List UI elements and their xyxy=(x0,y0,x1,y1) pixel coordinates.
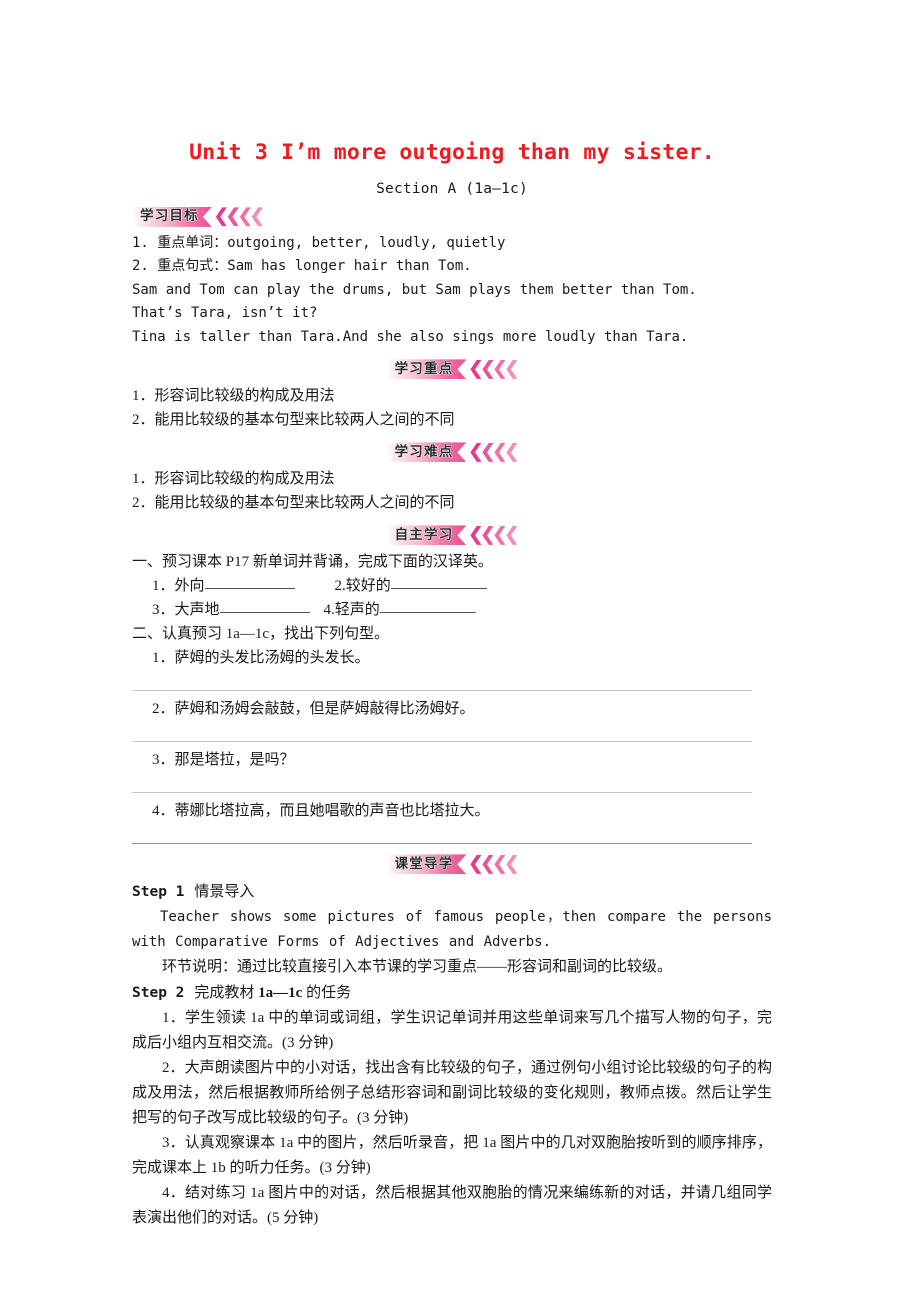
chevron-left-icon xyxy=(470,854,482,874)
banner-label: 课堂导学 xyxy=(394,855,454,872)
banner-plate: 学习重点 xyxy=(387,359,467,379)
step-2-label: Step 2 xyxy=(132,985,185,1002)
banner: 学习重点 xyxy=(387,359,518,379)
vocab-number: 1． xyxy=(152,578,175,595)
chevron-left-icon xyxy=(494,854,506,874)
vocab-row: 3． 大声地 4. 轻声的 xyxy=(132,598,772,622)
page-subtitle: Section A (1a—1c) xyxy=(376,180,528,197)
vocab-number: 4. xyxy=(323,602,335,619)
chevron-group xyxy=(469,442,518,462)
self-study-task-two: 二、认真预习 1a—1c，找出下列句型。 xyxy=(132,626,390,643)
chevron-left-icon xyxy=(470,525,482,545)
self-study-task-one: 一、预习课本 P17 新单词并背诵，完成下面的汉译英。 xyxy=(132,554,493,571)
banner-plate: 学习难点 xyxy=(387,442,467,462)
step-1-heading: Step 1 情景导入 xyxy=(132,879,772,905)
answer-rule[interactable] xyxy=(132,843,752,845)
key-point-line: 1．形容词比较级的构成及用法 xyxy=(132,388,335,405)
step-2-item: 2．大声朗读图片中的小对话，找出含有比较级的句子，通过例句小组讨论比较级的句子的… xyxy=(132,1060,772,1127)
difficult-point-line: 1．形容词比较级的构成及用法 xyxy=(132,471,335,488)
chevron-left-icon xyxy=(251,207,263,227)
objective-line: 2. 重点句式：Sam has longer hair than Tom. xyxy=(132,258,472,275)
chevron-left-icon xyxy=(482,854,494,874)
chevron-group xyxy=(469,525,518,545)
vocab-answer-blank[interactable] xyxy=(379,598,476,614)
translate-sentence: 1．萨姆的头发比汤姆的头发长。 xyxy=(152,650,370,667)
step-2-item: 1．学生领读 1a 中的单词或词组，学生识记单词并用这些单词来写几个描写人物的句… xyxy=(132,1010,772,1052)
chevron-left-icon xyxy=(215,207,227,227)
vocab-number: 3． xyxy=(152,602,175,619)
step-2-title-range: 1a—1c xyxy=(258,985,303,1002)
chevron-group xyxy=(469,359,518,379)
objective-line: Sam and Tom can play the drums, but Sam … xyxy=(132,281,697,298)
page-content: Unit 3 I’m more outgoing than my sister.… xyxy=(132,140,772,1231)
chevron-left-icon xyxy=(482,525,494,545)
section-banner-objectives: 学习目标 xyxy=(132,206,772,228)
step-2-heading: Step 2 完成教材 1a—1c 的任务 xyxy=(132,980,772,1006)
translate-sentence: 4．蒂娜比塔拉高，而且她唱歌的声音也比塔拉大。 xyxy=(152,803,490,820)
objective-line: 1. 重点单词：outgoing, better, loudly, quietl… xyxy=(132,234,506,251)
vocab-term: 轻声的 xyxy=(334,602,380,619)
translate-sentence: 2．萨姆和汤姆会敲鼓，但是萨姆敲得比汤姆好。 xyxy=(152,701,475,718)
chevron-left-icon xyxy=(506,525,518,545)
section-banner-self-study: 自主学习 xyxy=(132,524,772,546)
chevron-left-icon xyxy=(239,207,251,227)
banner-plate: 学习目标 xyxy=(132,207,212,227)
chevron-group xyxy=(469,854,518,874)
objective-line: Tina is taller than Tara.And she also si… xyxy=(132,328,689,345)
chevron-left-icon xyxy=(470,442,482,462)
banner: 学习目标 xyxy=(132,207,263,227)
vocab-row: 1． 外向 2. 较好的 xyxy=(132,574,772,598)
worksheet-page: Unit 3 I’m more outgoing than my sister.… xyxy=(0,0,920,1302)
translate-sentence: 3．那是塔拉，是吗？ xyxy=(152,752,295,769)
section-banner-guided-learning: 课堂导学 xyxy=(132,853,772,875)
step-2-item: 4．结对练习 1a 图片中的对话，然后根据其他双胞胎的情况来编练新的对话，并请几… xyxy=(132,1185,772,1227)
chevron-left-icon xyxy=(470,359,482,379)
banner-label: 学习难点 xyxy=(394,443,454,460)
chevron-left-icon xyxy=(506,442,518,462)
vocab-term: 外向 xyxy=(174,578,205,595)
step-2-title-post: 的任务 xyxy=(302,985,352,1002)
step-1-english-note: Teacher shows some pictures of famous pe… xyxy=(132,909,772,951)
chevron-left-icon xyxy=(482,442,494,462)
chevron-group xyxy=(215,207,263,227)
step-1-label: Step 1 xyxy=(132,884,185,901)
banner: 学习难点 xyxy=(387,442,518,462)
chevron-left-icon xyxy=(506,359,518,379)
banner-label: 学习目标 xyxy=(140,208,199,225)
chevron-left-icon xyxy=(494,525,506,545)
vocab-answer-blank[interactable] xyxy=(390,574,487,590)
difficult-point-line: 2．能用比较级的基本句型来比较两人之间的不同 xyxy=(132,495,455,512)
step-1-title: 情景导入 xyxy=(194,884,255,901)
vocab-term: 较好的 xyxy=(345,578,391,595)
section-banner-difficult-points: 学习难点 xyxy=(132,441,772,463)
step-2-item: 3．认真观察课本 1a 中的图片，然后听录音，把 1a 图片中的几对双胞胎按听到… xyxy=(132,1135,772,1177)
vocab-answer-blank[interactable] xyxy=(219,598,310,614)
chevron-left-icon xyxy=(227,207,239,227)
step-2-title: 完成教材 1a—1c 的任务 xyxy=(184,985,351,1001)
chevron-left-icon xyxy=(494,359,506,379)
banner-label: 自主学习 xyxy=(394,526,454,543)
step-1-chinese-note: 环节说明：通过比较直接引入本节课的学习重点——形容词和副词的比较级。 xyxy=(162,959,673,976)
chevron-left-icon xyxy=(506,854,518,874)
step-2-title-pre: 完成教材 xyxy=(194,985,259,1002)
vocab-answer-blank[interactable] xyxy=(204,574,295,590)
banner-label: 学习重点 xyxy=(394,360,454,377)
banner: 课堂导学 xyxy=(387,854,518,874)
banner-plate: 自主学习 xyxy=(387,525,467,545)
vocab-term: 大声地 xyxy=(174,602,220,619)
section-banner-key-points: 学习重点 xyxy=(132,358,772,380)
page-title: Unit 3 I’m more outgoing than my sister. xyxy=(189,140,715,165)
key-point-line: 2．能用比较级的基本句型来比较两人之间的不同 xyxy=(132,412,455,429)
objective-line: That’s Tara, isn’t it? xyxy=(132,305,318,322)
chevron-left-icon xyxy=(494,442,506,462)
chevron-left-icon xyxy=(482,359,494,379)
banner: 自主学习 xyxy=(387,525,518,545)
vocab-number: 2. xyxy=(334,578,346,595)
banner-plate: 课堂导学 xyxy=(387,854,467,874)
